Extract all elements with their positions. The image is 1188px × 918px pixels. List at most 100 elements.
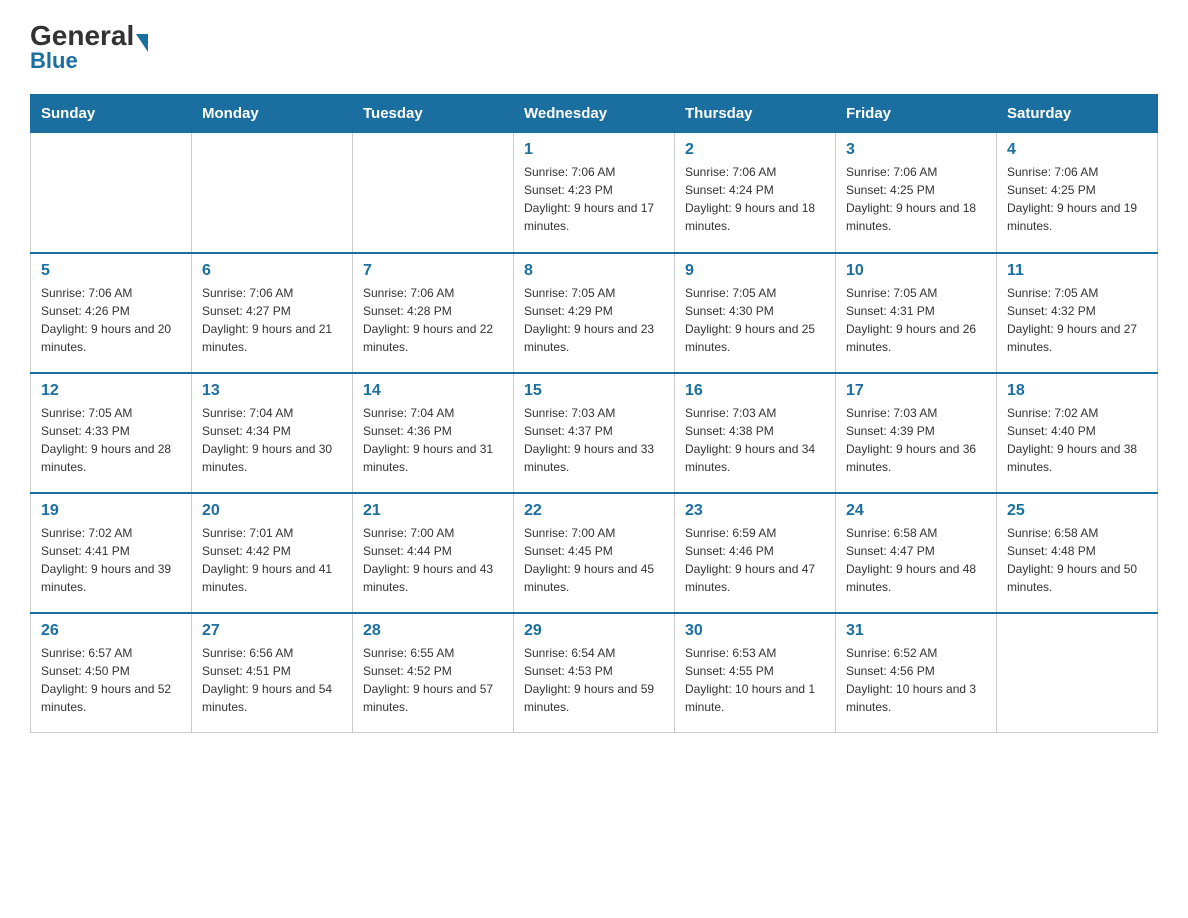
calendar-week-row: 12 Sunrise: 7:05 AM Sunset: 4:33 PM Dayli… [31, 373, 1158, 493]
calendar-day-5: 5Sunrise: 7:06 AM Sunset: 4:26 PM Daylig… [31, 253, 192, 373]
calendar-day-12: 12 Sunrise: 7:05 AM Sunset: 4:33 PM Dayli… [31, 373, 192, 493]
col-header-wednesday: Wednesday [514, 95, 675, 133]
col-header-thursday: Thursday [675, 95, 836, 133]
day-number: 10 [846, 262, 986, 280]
calendar-day-26: 26Sunrise: 6:57 AM Sunset: 4:50 PM Dayli… [31, 613, 192, 733]
calendar-week-row: 19 Sunrise: 7:02 AM Sunset: 4:41 PM Dayli… [31, 493, 1158, 613]
calendar-empty-cell [353, 133, 514, 253]
day-number: 21 [363, 502, 503, 520]
col-header-sunday: Sunday [31, 95, 192, 133]
calendar-week-row: 1 Sunrise: 7:06 AM Sunset: 4:23 PM Daylig… [31, 133, 1158, 253]
day-number: 7 [363, 262, 503, 280]
day-number: 15 [524, 382, 664, 400]
day-info: Sunrise: 7:06 AM Sunset: 4:25 PM Dayligh… [1007, 163, 1147, 235]
logo: General Blue [30, 20, 148, 74]
day-info: Sunrise: 7:05 AM Sunset: 4:31 PM Dayligh… [846, 284, 986, 356]
calendar-day-25: 25 Sunrise: 6:58 AM Sunset: 4:48 PM Dayli… [997, 493, 1158, 613]
day-number: 28 [363, 622, 503, 640]
calendar-week-row: 26Sunrise: 6:57 AM Sunset: 4:50 PM Dayli… [31, 613, 1158, 733]
day-info: Sunrise: 7:03 AM Sunset: 4:38 PM Dayligh… [685, 404, 825, 476]
calendar-empty-cell [31, 133, 192, 253]
day-info: Sunrise: 6:59 AM Sunset: 4:46 PM Dayligh… [685, 524, 825, 596]
calendar-day-16: 16Sunrise: 7:03 AM Sunset: 4:38 PM Dayli… [675, 373, 836, 493]
calendar-day-11: 11 Sunrise: 7:05 AM Sunset: 4:32 PM Dayli… [997, 253, 1158, 373]
day-info: Sunrise: 7:06 AM Sunset: 4:27 PM Dayligh… [202, 284, 342, 356]
day-info: Sunrise: 7:00 AM Sunset: 4:45 PM Dayligh… [524, 524, 664, 596]
day-number: 12 [41, 382, 181, 400]
day-info: Sunrise: 7:06 AM Sunset: 4:23 PM Dayligh… [524, 163, 664, 235]
calendar-day-22: 22 Sunrise: 7:00 AM Sunset: 4:45 PM Dayli… [514, 493, 675, 613]
day-info: Sunrise: 6:56 AM Sunset: 4:51 PM Dayligh… [202, 644, 342, 716]
day-number: 31 [846, 622, 986, 640]
day-info: Sunrise: 7:03 AM Sunset: 4:37 PM Dayligh… [524, 404, 664, 476]
day-number: 25 [1007, 502, 1147, 520]
day-number: 1 [524, 141, 664, 159]
logo-blue: Blue [30, 48, 78, 74]
day-number: 19 [41, 502, 181, 520]
day-number: 22 [524, 502, 664, 520]
day-number: 17 [846, 382, 986, 400]
calendar-empty-cell [997, 613, 1158, 733]
day-number: 23 [685, 502, 825, 520]
calendar-day-2: 2 Sunrise: 7:06 AM Sunset: 4:24 PM Daylig… [675, 133, 836, 253]
calendar-week-row: 5Sunrise: 7:06 AM Sunset: 4:26 PM Daylig… [31, 253, 1158, 373]
day-info: Sunrise: 6:54 AM Sunset: 4:53 PM Dayligh… [524, 644, 664, 716]
day-info: Sunrise: 7:03 AM Sunset: 4:39 PM Dayligh… [846, 404, 986, 476]
day-number: 20 [202, 502, 342, 520]
day-info: Sunrise: 6:53 AM Sunset: 4:55 PM Dayligh… [685, 644, 825, 716]
calendar-day-6: 6 Sunrise: 7:06 AM Sunset: 4:27 PM Daylig… [192, 253, 353, 373]
day-info: Sunrise: 7:05 AM Sunset: 4:30 PM Dayligh… [685, 284, 825, 356]
day-number: 6 [202, 262, 342, 280]
calendar-day-17: 17 Sunrise: 7:03 AM Sunset: 4:39 PM Dayli… [836, 373, 997, 493]
calendar-day-31: 31 Sunrise: 6:52 AM Sunset: 4:56 PM Dayli… [836, 613, 997, 733]
calendar-day-21: 21 Sunrise: 7:00 AM Sunset: 4:44 PM Dayli… [353, 493, 514, 613]
day-info: Sunrise: 7:05 AM Sunset: 4:33 PM Dayligh… [41, 404, 181, 476]
col-header-tuesday: Tuesday [353, 95, 514, 133]
calendar-day-10: 10 Sunrise: 7:05 AM Sunset: 4:31 PM Dayli… [836, 253, 997, 373]
day-number: 13 [202, 382, 342, 400]
day-number: 5 [41, 262, 181, 280]
calendar-day-28: 28 Sunrise: 6:55 AM Sunset: 4:52 PM Dayli… [353, 613, 514, 733]
calendar-day-7: 7Sunrise: 7:06 AM Sunset: 4:28 PM Daylig… [353, 253, 514, 373]
day-number: 26 [41, 622, 181, 640]
day-info: Sunrise: 6:58 AM Sunset: 4:48 PM Dayligh… [1007, 524, 1147, 596]
calendar-empty-cell [192, 133, 353, 253]
calendar-day-30: 30Sunrise: 6:53 AM Sunset: 4:55 PM Dayli… [675, 613, 836, 733]
calendar-day-23: 23 Sunrise: 6:59 AM Sunset: 4:46 PM Dayli… [675, 493, 836, 613]
day-number: 27 [202, 622, 342, 640]
calendar-day-24: 24Sunrise: 6:58 AM Sunset: 4:47 PM Dayli… [836, 493, 997, 613]
col-header-monday: Monday [192, 95, 353, 133]
day-info: Sunrise: 6:52 AM Sunset: 4:56 PM Dayligh… [846, 644, 986, 716]
day-number: 9 [685, 262, 825, 280]
day-info: Sunrise: 6:55 AM Sunset: 4:52 PM Dayligh… [363, 644, 503, 716]
calendar-day-13: 13 Sunrise: 7:04 AM Sunset: 4:34 PM Dayli… [192, 373, 353, 493]
day-info: Sunrise: 7:00 AM Sunset: 4:44 PM Dayligh… [363, 524, 503, 596]
calendar-day-1: 1 Sunrise: 7:06 AM Sunset: 4:23 PM Daylig… [514, 133, 675, 253]
day-info: Sunrise: 7:05 AM Sunset: 4:29 PM Dayligh… [524, 284, 664, 356]
page-header: General Blue [30, 20, 1158, 74]
calendar-day-20: 20 Sunrise: 7:01 AM Sunset: 4:42 PM Dayli… [192, 493, 353, 613]
col-header-saturday: Saturday [997, 95, 1158, 133]
day-number: 3 [846, 141, 986, 159]
day-number: 24 [846, 502, 986, 520]
day-info: Sunrise: 7:06 AM Sunset: 4:25 PM Dayligh… [846, 163, 986, 235]
calendar-day-29: 29 Sunrise: 6:54 AM Sunset: 4:53 PM Dayli… [514, 613, 675, 733]
calendar-day-19: 19 Sunrise: 7:02 AM Sunset: 4:41 PM Dayli… [31, 493, 192, 613]
day-info: Sunrise: 7:05 AM Sunset: 4:32 PM Dayligh… [1007, 284, 1147, 356]
day-number: 29 [524, 622, 664, 640]
day-info: Sunrise: 7:01 AM Sunset: 4:42 PM Dayligh… [202, 524, 342, 596]
day-number: 18 [1007, 382, 1147, 400]
day-number: 2 [685, 141, 825, 159]
calendar-day-8: 8 Sunrise: 7:05 AM Sunset: 4:29 PM Daylig… [514, 253, 675, 373]
calendar-day-14: 14Sunrise: 7:04 AM Sunset: 4:36 PM Dayli… [353, 373, 514, 493]
day-number: 11 [1007, 262, 1147, 280]
day-info: Sunrise: 7:02 AM Sunset: 4:41 PM Dayligh… [41, 524, 181, 596]
day-number: 8 [524, 262, 664, 280]
calendar-table: SundayMondayTuesdayWednesdayThursdayFrid… [30, 94, 1158, 733]
day-info: Sunrise: 7:04 AM Sunset: 4:34 PM Dayligh… [202, 404, 342, 476]
calendar-day-27: 27 Sunrise: 6:56 AM Sunset: 4:51 PM Dayli… [192, 613, 353, 733]
day-info: Sunrise: 7:06 AM Sunset: 4:24 PM Dayligh… [685, 163, 825, 235]
calendar-day-18: 18 Sunrise: 7:02 AM Sunset: 4:40 PM Dayli… [997, 373, 1158, 493]
day-info: Sunrise: 7:02 AM Sunset: 4:40 PM Dayligh… [1007, 404, 1147, 476]
calendar-day-4: 4Sunrise: 7:06 AM Sunset: 4:25 PM Daylig… [997, 133, 1158, 253]
